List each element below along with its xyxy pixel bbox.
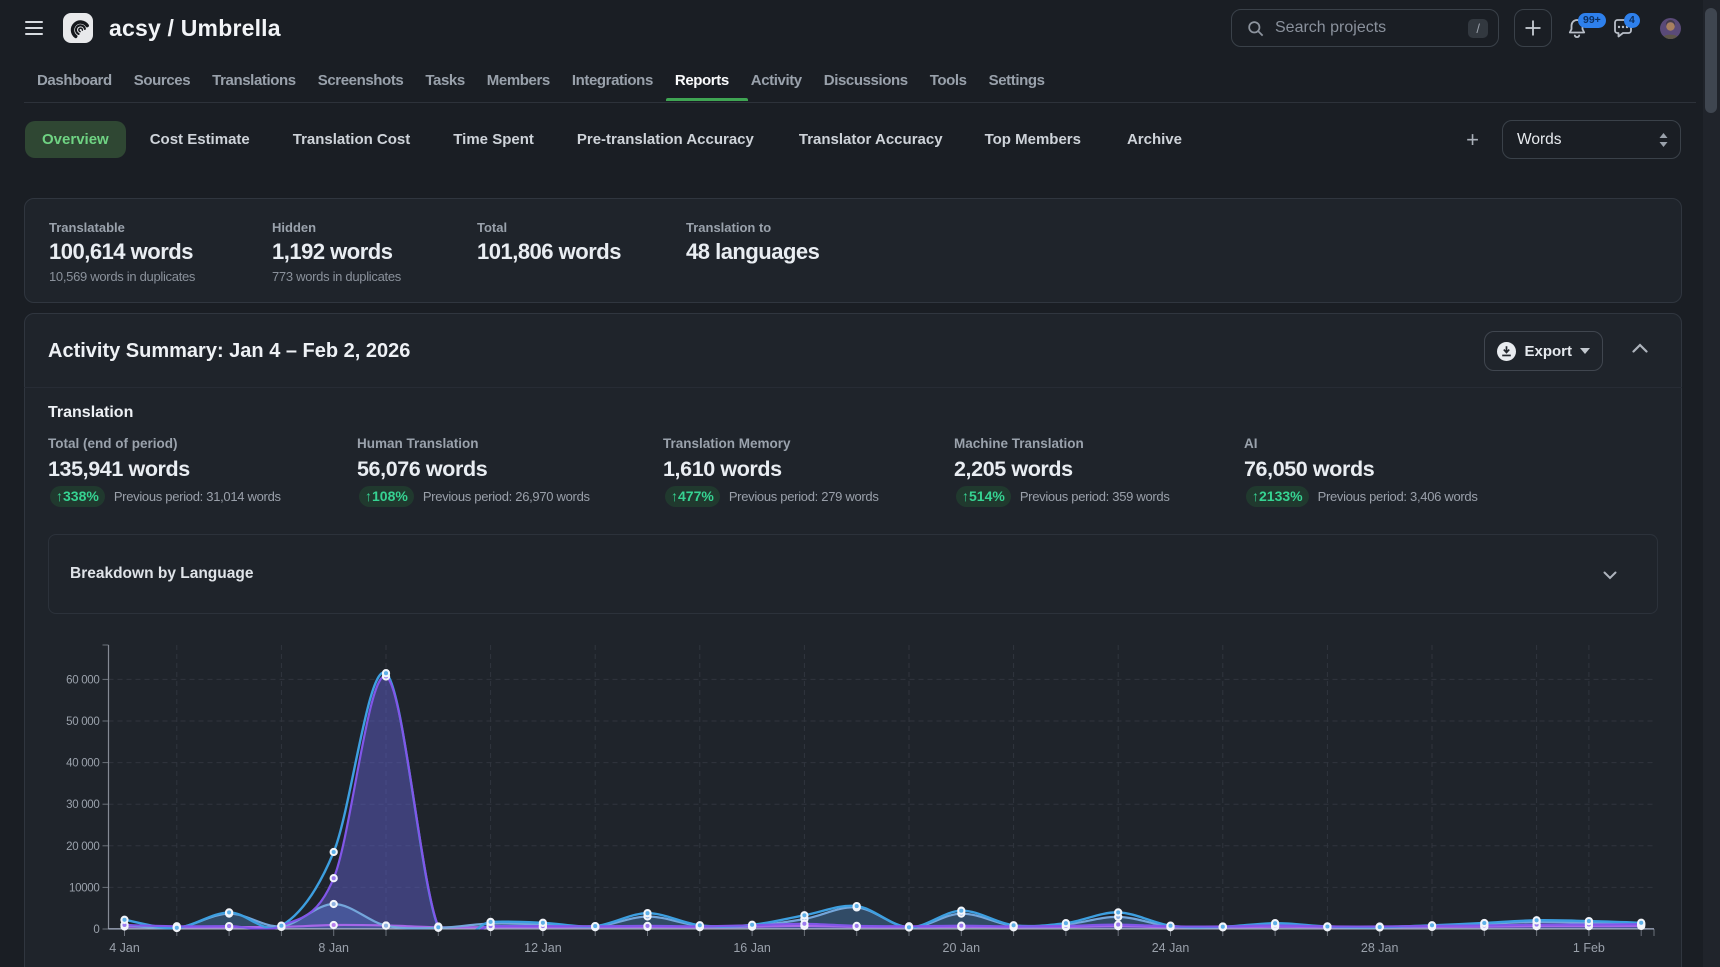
svg-text:20 Jan: 20 Jan [943, 941, 981, 955]
svg-text:1 Feb: 1 Feb [1573, 941, 1605, 955]
svg-text:24 Jan: 24 Jan [1152, 941, 1190, 955]
svg-text:20 000: 20 000 [66, 841, 99, 853]
svg-text:4 Jan: 4 Jan [109, 941, 140, 955]
svg-text:0: 0 [93, 924, 99, 936]
svg-text:50 000: 50 000 [66, 716, 99, 728]
svg-text:10000: 10000 [69, 882, 99, 894]
svg-text:28 Jan: 28 Jan [1361, 941, 1399, 955]
svg-text:30 000: 30 000 [66, 799, 99, 811]
svg-text:8 Jan: 8 Jan [318, 941, 349, 955]
svg-text:40 000: 40 000 [66, 758, 99, 770]
svg-text:12 Jan: 12 Jan [524, 941, 562, 955]
svg-text:16 Jan: 16 Jan [733, 941, 771, 955]
svg-text:60 000: 60 000 [66, 674, 99, 686]
